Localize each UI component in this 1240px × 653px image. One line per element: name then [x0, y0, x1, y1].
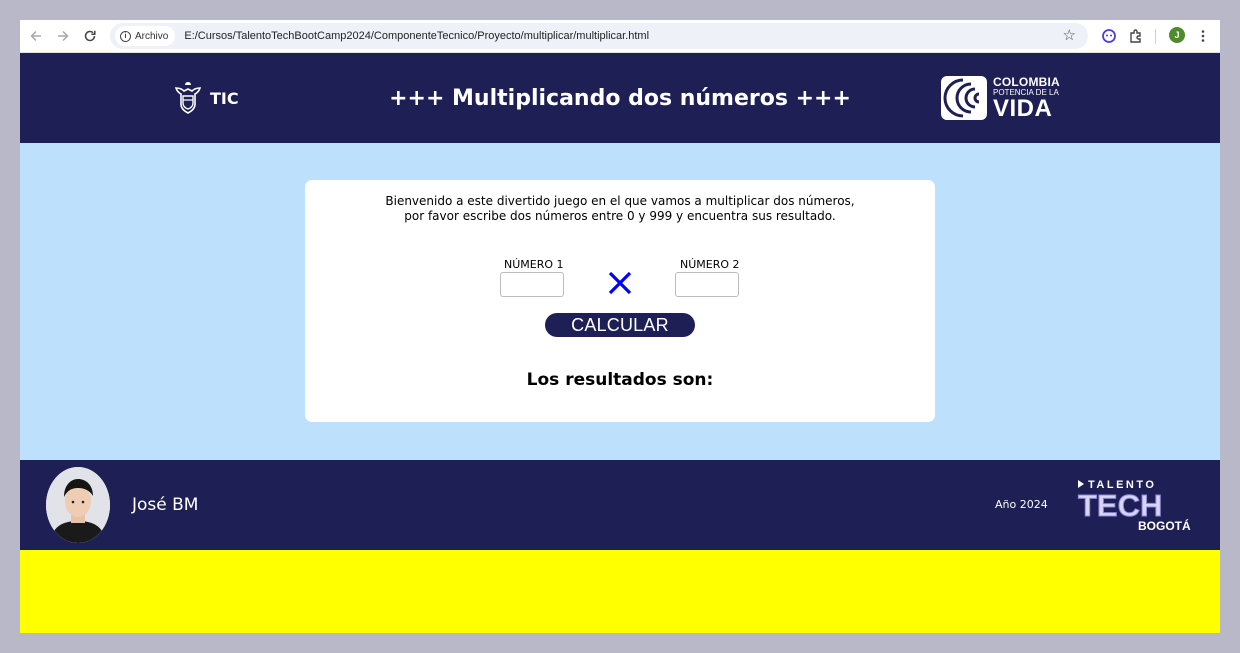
url-text: E:/Cursos/TalentoTechBootCamp2024/Compon… [184, 30, 650, 42]
arrow-left-icon [30, 30, 41, 42]
tic-logo: TIC [172, 80, 239, 116]
person-portrait-icon [46, 467, 110, 543]
number1-input[interactable] [500, 272, 564, 297]
talento-logo-line3: BOGOTÁ [1138, 518, 1191, 533]
site-footer: José BM Año 2024 TALENTO TECH BOGOTÁ [20, 460, 1220, 550]
browser-window: i Archivo E:/Cursos/TalentoTechBootCamp2… [20, 20, 1220, 633]
site-info-label: Archivo [135, 30, 169, 42]
address-bar[interactable]: i Archivo E:/Cursos/TalentoTechBootCamp2… [110, 23, 1088, 49]
browser-toolbar: i Archivo E:/Cursos/TalentoTechBootCamp2… [20, 20, 1220, 53]
reload-button[interactable] [80, 26, 100, 46]
colombia-logo-text: COLOMBIA POTENCIA DE LA VIDA [993, 76, 1060, 121]
main-content: Bienvenido a este divertido juego en el … [20, 143, 1220, 460]
calculate-button[interactable]: CALCULAR [545, 313, 695, 337]
intro-text: Bienvenido a este divertido juego en el … [305, 194, 935, 224]
back-button[interactable] [26, 26, 46, 46]
site-info-chip[interactable]: i Archivo [115, 26, 176, 46]
game-card: Bienvenido a este divertido juego en el … [305, 180, 935, 422]
author-name: José BM [132, 495, 199, 515]
bottom-yellow-band [20, 550, 1220, 633]
arrow-right-icon [58, 30, 69, 42]
puzzle-icon [1130, 29, 1141, 43]
intro-line-1: Bienvenido a este divertido juego en el … [385, 194, 855, 208]
colombia-waves-icon [941, 76, 987, 120]
tic-logo-text: TIC [210, 88, 239, 108]
site-header: TIC +++ Multiplicando dos números +++ CO… [20, 53, 1220, 143]
intro-line-2: por favor escribe dos números entre 0 y … [404, 209, 836, 223]
multiply-icon [608, 271, 632, 295]
logo-line-vida: VIDA [993, 94, 1053, 122]
results-heading: Los resultados son: [526, 370, 714, 390]
footer-year: Año 2024 [995, 498, 1048, 511]
extension-button[interactable] [1099, 26, 1119, 46]
toolbar-divider [1155, 29, 1156, 44]
extension-face-icon [1102, 29, 1116, 43]
talento-tech-logo: TALENTO TECH BOGOTÁ [1078, 479, 1191, 533]
info-icon: i [120, 30, 131, 42]
logo-line-colombia: COLOMBIA [993, 74, 1060, 89]
number2-label: NÚMERO 2 [680, 258, 740, 271]
profile-avatar[interactable]: J [1169, 27, 1185, 43]
coat-of-arms-icon [174, 82, 202, 114]
number2-input[interactable] [675, 272, 739, 297]
talento-logo-line2: TECH [1078, 488, 1162, 523]
colombia-potencia-logo: COLOMBIA POTENCIA DE LA VIDA [941, 75, 1060, 121]
author-photo [46, 467, 110, 543]
bookmark-star-icon[interactable]: ☆ [1063, 26, 1076, 44]
reload-icon [84, 30, 96, 42]
extensions-button[interactable] [1126, 26, 1146, 46]
number1-label: NÚMERO 1 [504, 258, 564, 271]
forward-button[interactable] [53, 26, 73, 46]
more-vert-icon [1201, 30, 1205, 42]
menu-button[interactable] [1193, 26, 1213, 46]
